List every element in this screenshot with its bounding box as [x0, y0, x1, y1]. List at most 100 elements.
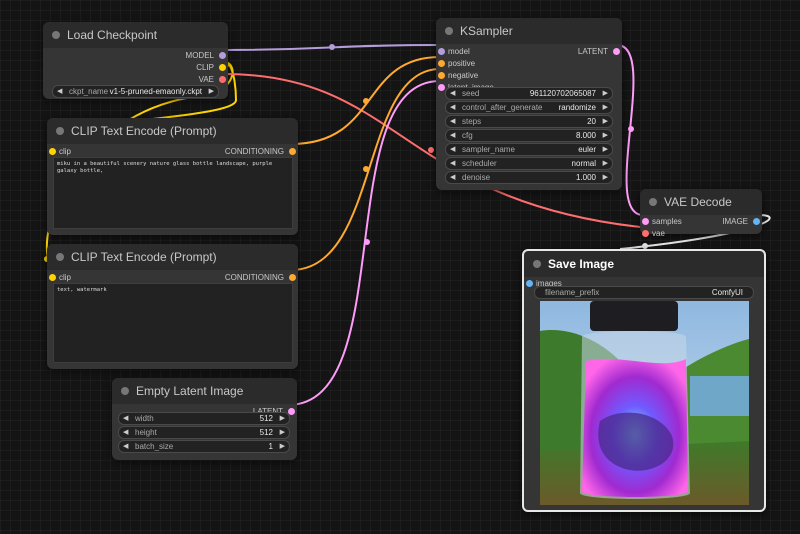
ckpt-name-combo[interactable]: ◀ ckpt_name v1-5-pruned-emaonly.ckpt ▶: [52, 85, 219, 98]
widget-value: 1: [268, 442, 273, 451]
arrow-left-icon[interactable]: ◀: [123, 441, 128, 452]
denoise-number[interactable]: ◀ denoise 1.000 ▶: [445, 171, 613, 184]
input-dot-icon[interactable]: [438, 72, 445, 79]
arrow-right-icon[interactable]: ▶: [603, 116, 608, 127]
output-clip[interactable]: CLIP: [43, 62, 228, 74]
collapse-dot-icon[interactable]: [649, 198, 657, 206]
width-number[interactable]: ◀ width 512 ▶: [118, 412, 290, 425]
input-dot-icon[interactable]: [49, 274, 56, 281]
output-dot-icon[interactable]: [219, 64, 226, 71]
arrow-left-icon[interactable]: ◀: [450, 88, 455, 99]
widget-value: euler: [578, 145, 596, 154]
arrow-right-icon[interactable]: ▶: [603, 172, 608, 183]
input-positive[interactable]: positive: [436, 58, 622, 70]
prompt-textarea[interactable]: text, watermark: [53, 283, 293, 363]
input-dot-icon[interactable]: [438, 84, 445, 91]
arrow-left-icon[interactable]: ◀: [57, 86, 62, 97]
sampler-name-combo[interactable]: ◀ sampler_name euler ▶: [445, 143, 613, 156]
output-label: LATENT: [577, 47, 608, 56]
control-after-generate-combo[interactable]: ◀ control_after_generate randomize ▶: [445, 101, 613, 114]
node-save-image[interactable]: Save Image images filename_prefix ComfyU…: [522, 249, 766, 512]
output-dot-icon[interactable]: [219, 76, 226, 83]
arrow-right-icon[interactable]: ▶: [603, 130, 608, 141]
steps-number[interactable]: ◀ steps 20 ▶: [445, 115, 613, 128]
arrow-left-icon[interactable]: ◀: [450, 144, 455, 155]
node-title[interactable]: Load Checkpoint: [43, 22, 228, 48]
arrow-left-icon[interactable]: ◀: [450, 172, 455, 183]
arrow-left-icon[interactable]: ◀: [450, 102, 455, 113]
wire-midpoint: [329, 44, 335, 50]
widget-label: control_after_generate: [462, 103, 543, 112]
node-title[interactable]: CLIP Text Encode (Prompt): [47, 244, 298, 270]
node-title[interactable]: Empty Latent Image: [112, 378, 297, 404]
wire-negative: [290, 68, 441, 271]
input-model[interactable]: model LATENT: [436, 46, 622, 58]
arrow-right-icon[interactable]: ▶: [280, 427, 285, 438]
arrow-right-icon[interactable]: ▶: [280, 413, 285, 424]
widget-label: ckpt_name: [69, 87, 109, 96]
arrow-right-icon[interactable]: ▶: [209, 86, 214, 97]
node-clip-text-positive[interactable]: CLIP Text Encode (Prompt) clip CONDITIONI…: [47, 118, 298, 235]
output-dot-icon[interactable]: [613, 48, 620, 55]
widget-value: 512: [259, 414, 273, 423]
input-dot-icon[interactable]: [438, 60, 445, 67]
node-title[interactable]: Save Image: [524, 251, 764, 277]
node-title[interactable]: VAE Decode: [640, 189, 762, 215]
input-samples[interactable]: samples IMAGE: [640, 216, 762, 228]
collapse-dot-icon[interactable]: [56, 127, 64, 135]
input-negative[interactable]: negative: [436, 70, 622, 82]
collapse-dot-icon[interactable]: [445, 27, 453, 35]
input-dot-icon[interactable]: [526, 280, 533, 287]
collapse-dot-icon[interactable]: [56, 253, 64, 261]
input-dot-icon[interactable]: [642, 218, 649, 225]
arrow-right-icon[interactable]: ▶: [603, 88, 608, 99]
scheduler-combo[interactable]: ◀ scheduler normal ▶: [445, 157, 613, 170]
node-title-text: Empty Latent Image: [136, 384, 244, 398]
cfg-number[interactable]: ◀ cfg 8.000 ▶: [445, 129, 613, 142]
output-dot-icon[interactable]: [753, 218, 760, 225]
arrow-right-icon[interactable]: ▶: [280, 441, 285, 452]
output-model[interactable]: MODEL: [43, 50, 228, 62]
seed-number[interactable]: ◀ seed 961120702065087 ▶: [445, 87, 613, 100]
node-title[interactable]: KSampler: [436, 18, 622, 44]
widget-label: denoise: [462, 173, 491, 182]
widget-value: randomize: [558, 103, 596, 112]
widget-value: 1.000: [575, 173, 596, 182]
wire-model: [223, 44, 441, 51]
node-clip-text-negative[interactable]: CLIP Text Encode (Prompt) clip CONDITIONI…: [47, 244, 298, 369]
generated-image-preview[interactable]: [540, 301, 749, 505]
input-dot-icon[interactable]: [438, 48, 445, 55]
input-dot-icon[interactable]: [49, 148, 56, 155]
filename-prefix-field[interactable]: filename_prefix ComfyUI: [534, 286, 754, 299]
output-dot-icon[interactable]: [289, 274, 296, 281]
collapse-dot-icon[interactable]: [121, 387, 129, 395]
output-dot-icon[interactable]: [289, 148, 296, 155]
arrow-left-icon[interactable]: ◀: [450, 116, 455, 127]
widget-value: 961120702065087: [529, 89, 596, 98]
node-empty-latent-image[interactable]: Empty Latent Image LATENT ◀width512▶ ◀he…: [112, 378, 297, 460]
node-ksampler[interactable]: KSampler modelLATENT positive negative l…: [436, 18, 622, 190]
batch-size-number[interactable]: ◀ batch_size 1 ▶: [118, 440, 290, 453]
input-vae[interactable]: vae: [640, 228, 762, 240]
widget-value: 512: [259, 428, 273, 437]
widget-value: ComfyUI: [711, 288, 743, 297]
node-load-checkpoint[interactable]: Load Checkpoint MODEL CLIP VAE ◀ ckpt_na…: [43, 22, 228, 99]
arrow-right-icon[interactable]: ▶: [603, 102, 608, 113]
arrow-left-icon[interactable]: ◀: [450, 158, 455, 169]
prompt-textarea[interactable]: miku in a beautiful scenery nature glass…: [53, 157, 293, 229]
height-number[interactable]: ◀ height 512 ▶: [118, 426, 290, 439]
widget-label: sampler_name: [462, 145, 515, 154]
output-dot-icon[interactable]: [219, 52, 226, 59]
arrow-left-icon[interactable]: ◀: [450, 130, 455, 141]
node-vae-decode[interactable]: VAE Decode samples IMAGE vae: [640, 189, 762, 238]
arrow-right-icon[interactable]: ▶: [603, 144, 608, 155]
collapse-dot-icon[interactable]: [533, 260, 541, 268]
arrow-left-icon[interactable]: ◀: [123, 427, 128, 438]
arrow-left-icon[interactable]: ◀: [123, 413, 128, 424]
arrow-right-icon[interactable]: ▶: [603, 158, 608, 169]
widget-value: normal: [571, 159, 596, 168]
node-title[interactable]: CLIP Text Encode (Prompt): [47, 118, 298, 144]
collapse-dot-icon[interactable]: [52, 31, 60, 39]
input-dot-icon[interactable]: [642, 230, 649, 237]
widget-label: height: [135, 428, 157, 437]
